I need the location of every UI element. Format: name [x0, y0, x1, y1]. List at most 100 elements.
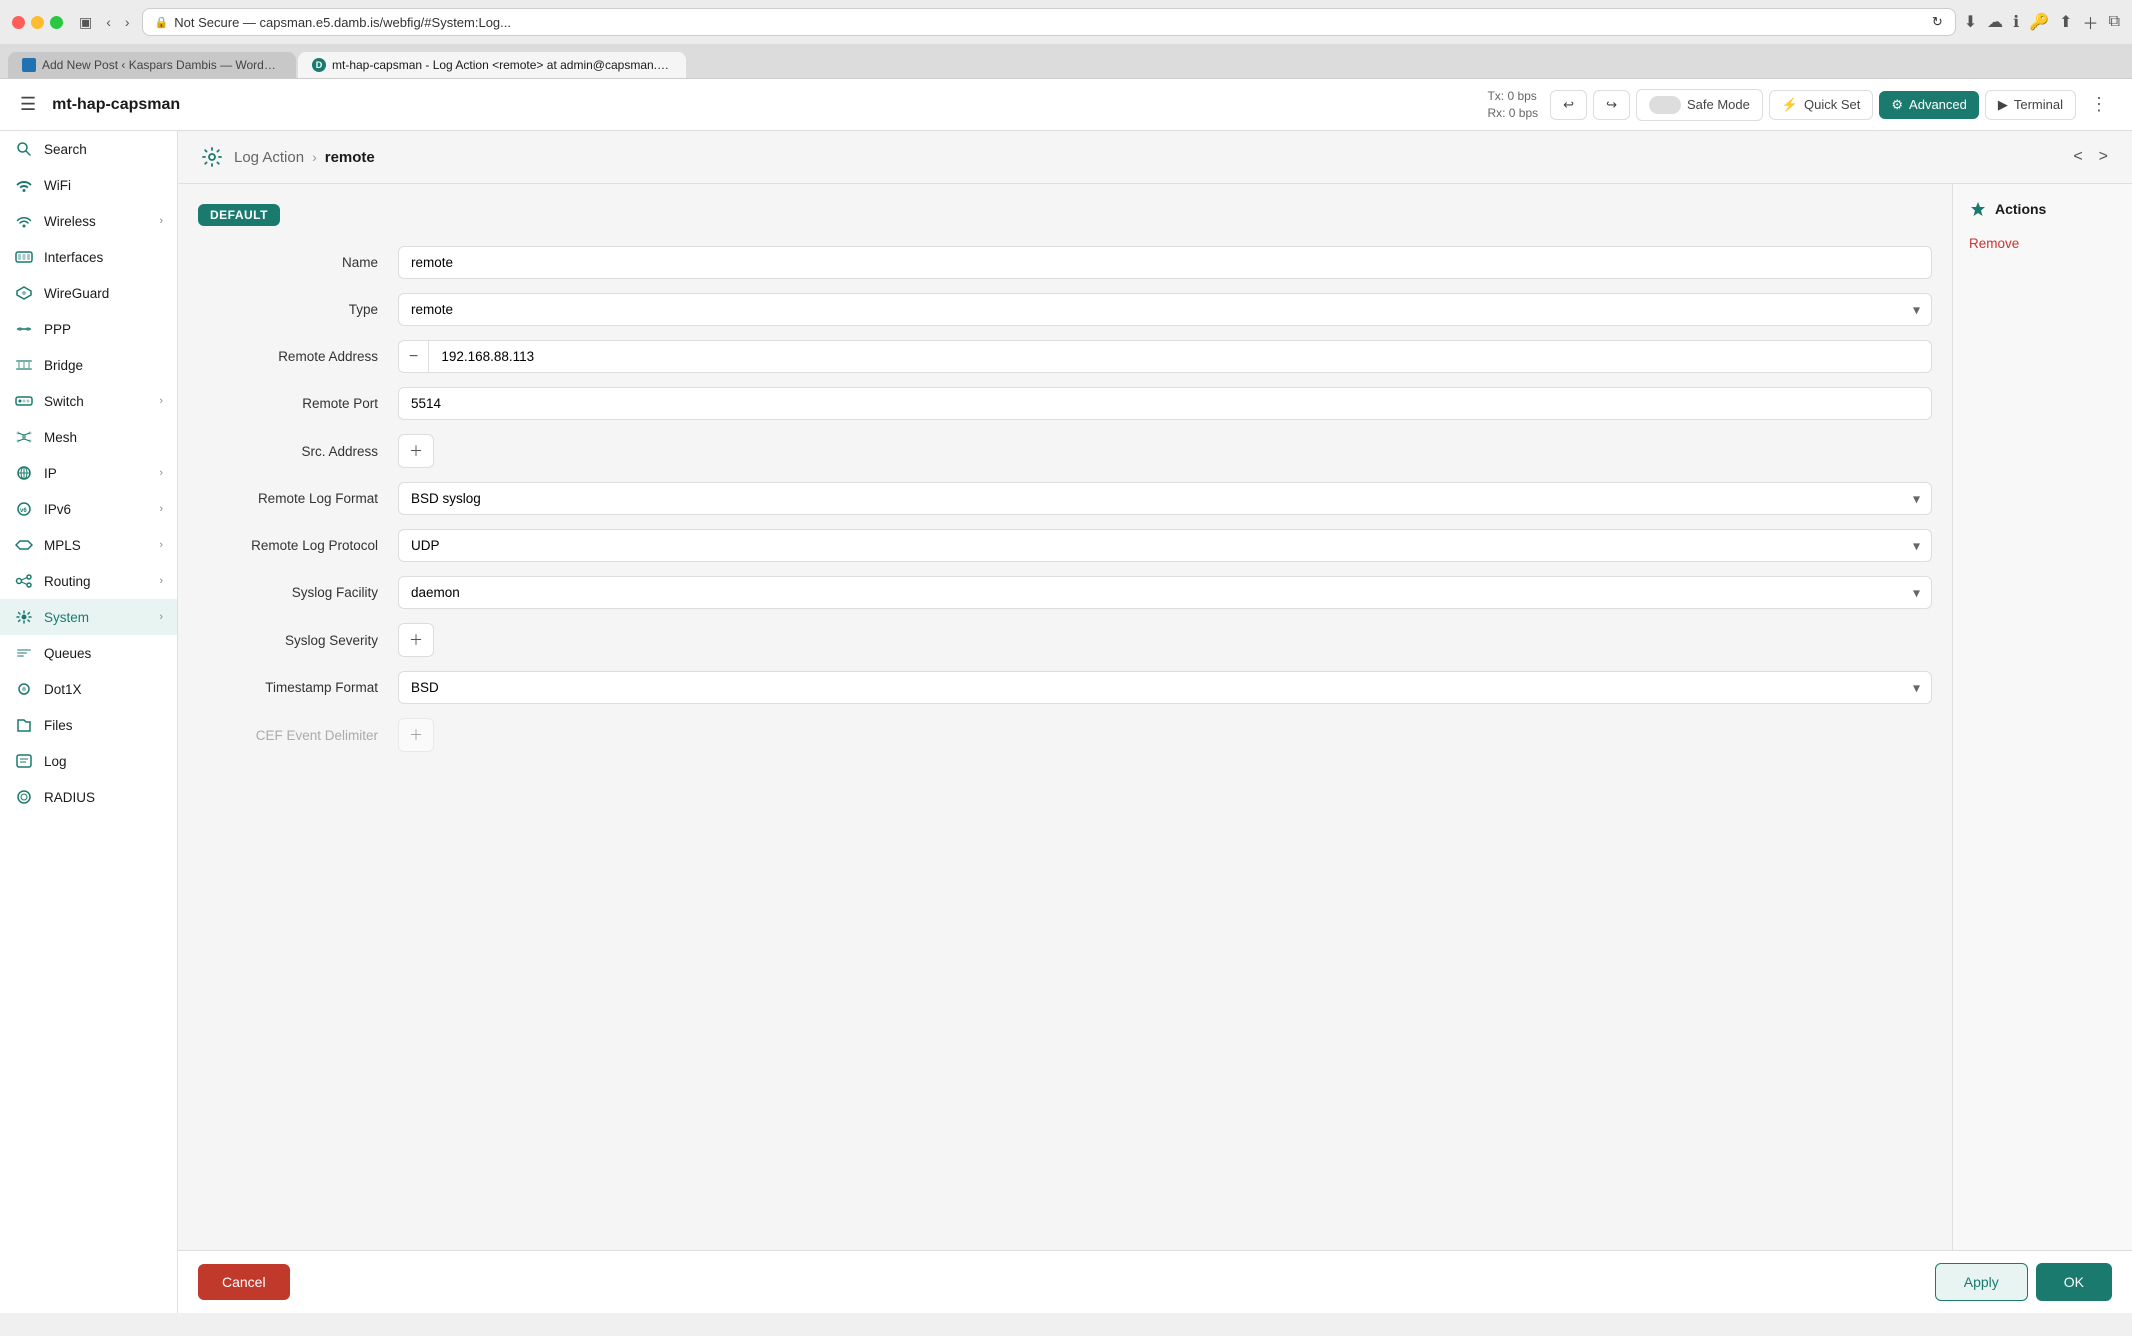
remove-action[interactable]: Remove: [1969, 234, 2116, 253]
sidebar-item-system[interactable]: System ›: [0, 599, 177, 635]
sidebar-item-interfaces[interactable]: Interfaces: [0, 239, 177, 275]
sidebar-item-ipv6[interactable]: v6 IPv6 ›: [0, 491, 177, 527]
sidebar-item-routing[interactable]: Routing ›: [0, 563, 177, 599]
share-icon[interactable]: ⬆: [2059, 12, 2072, 32]
search-icon: [14, 139, 34, 159]
cef-event-delimiter-wrapper: ＋: [398, 718, 1932, 752]
src-address-label: Src. Address: [198, 444, 398, 459]
remote-log-format-select[interactable]: BSD syslog CEF: [398, 482, 1932, 515]
syslog-facility-select[interactable]: daemon kern user mail: [398, 576, 1932, 609]
more-button[interactable]: ⋮: [2082, 90, 2116, 119]
name-field[interactable]: [398, 246, 1932, 279]
remote-address-field-wrapper: −: [398, 340, 1932, 373]
breadcrumb-actions: < >: [2069, 144, 2112, 170]
minimize-button[interactable]: [31, 16, 44, 29]
maximize-button[interactable]: [50, 16, 63, 29]
remote-address-label: Remote Address: [198, 349, 398, 364]
sidebar-item-search[interactable]: Search: [0, 131, 177, 167]
sidebar-label-wifi: WiFi: [44, 178, 71, 193]
next-record-button[interactable]: >: [2095, 144, 2112, 170]
wireguard-icon: [14, 283, 34, 303]
name-field-wrapper: [398, 246, 1932, 279]
cancel-button[interactable]: Cancel: [198, 1264, 290, 1300]
sidebar-item-dot1x[interactable]: Dot1X: [0, 671, 177, 707]
files-icon: [14, 715, 34, 735]
ipv6-icon: v6: [14, 499, 34, 519]
sidebar-label-queues: Queues: [44, 646, 91, 661]
download-icon[interactable]: ⬇: [1964, 12, 1977, 32]
sidebar-item-mpls[interactable]: MPLS ›: [0, 527, 177, 563]
sidebar-item-wireless[interactable]: Wireless ›: [0, 203, 177, 239]
syslog-severity-wrapper: ＋: [398, 623, 1932, 657]
type-select[interactable]: remote memory disk echo: [398, 293, 1932, 326]
tabs-icon[interactable]: ⧉: [2109, 13, 2120, 31]
sidebar-toggle-button[interactable]: ▣: [75, 12, 96, 33]
syslog-severity-label: Syslog Severity: [198, 633, 398, 648]
quick-set-icon: ⚡: [1782, 97, 1798, 113]
tab-routeros-favicon: D: [312, 58, 326, 72]
address-bar[interactable]: 🔒 Not Secure — capsman.e5.damb.is/webfig…: [142, 8, 1956, 36]
confirm-buttons: Apply OK: [1935, 1263, 2112, 1301]
back-button[interactable]: ‹: [102, 12, 115, 32]
redo-button[interactable]: ↪: [1593, 90, 1630, 120]
sidebar-item-bridge[interactable]: Bridge: [0, 347, 177, 383]
tx-rx-display: Tx: 0 bps Rx: 0 bps: [1487, 88, 1538, 122]
cef-event-delimiter-label: CEF Event Delimiter: [198, 728, 398, 743]
sidebar-item-wifi[interactable]: WiFi: [0, 167, 177, 203]
remote-address-field[interactable]: [428, 340, 1932, 373]
sidebar-item-log[interactable]: Log: [0, 743, 177, 779]
remote-log-protocol-row: Remote Log Protocol UDP TCP: [198, 529, 1932, 562]
sidebar-item-mesh[interactable]: Mesh: [0, 419, 177, 455]
cloud-icon[interactable]: ☁: [1987, 12, 2003, 32]
cef-event-delimiter-plus-button[interactable]: ＋: [398, 718, 434, 752]
info-icon[interactable]: ℹ: [2013, 12, 2019, 32]
sidebar-item-switch[interactable]: Switch ›: [0, 383, 177, 419]
sidebar-item-ip[interactable]: IP ›: [0, 455, 177, 491]
remote-log-protocol-select[interactable]: UDP TCP: [398, 529, 1932, 562]
ok-button[interactable]: OK: [2036, 1263, 2112, 1301]
syslog-facility-wrapper: daemon kern user mail: [398, 576, 1932, 609]
remote-port-field[interactable]: [398, 387, 1932, 420]
timestamp-format-label: Timestamp Format: [198, 680, 398, 695]
advanced-button[interactable]: ⚙ Advanced: [1879, 91, 1978, 119]
forward-button[interactable]: ›: [121, 12, 134, 32]
actions-heading: Actions: [1995, 201, 2046, 217]
sidebar-item-ppp[interactable]: PPP: [0, 311, 177, 347]
menu-toggle-button[interactable]: ☰: [16, 90, 40, 119]
quick-set-button[interactable]: ⚡ Quick Set: [1769, 90, 1874, 120]
form-content: DEFAULT Name Type remote: [178, 184, 1952, 1250]
remote-address-minus-button[interactable]: −: [398, 340, 428, 373]
app-header: ☰ mt-hap-capsman Tx: 0 bps Rx: 0 bps ↩ ↪…: [0, 79, 2132, 131]
remote-port-field-wrapper: [398, 387, 1932, 420]
name-row: Name: [198, 246, 1932, 279]
apply-button[interactable]: Apply: [1935, 1263, 2028, 1301]
sidebar-label-routing: Routing: [44, 574, 91, 589]
timestamp-format-select[interactable]: BSD ISO 8601: [398, 671, 1932, 704]
sidebar-label-log: Log: [44, 754, 67, 769]
reload-button[interactable]: ↻: [1932, 14, 1943, 30]
sidebar-label-mpls: MPLS: [44, 538, 81, 553]
browser-actions: ⬇ ☁ ℹ 🔑 ⬆ ＋ ⧉: [1964, 10, 2120, 34]
sidebar-item-wireguard[interactable]: WireGuard: [0, 275, 177, 311]
undo-button[interactable]: ↩: [1550, 90, 1587, 120]
new-tab-icon[interactable]: ＋: [2083, 10, 2099, 34]
mpls-chevron: ›: [159, 539, 163, 551]
terminal-button[interactable]: ▶ Terminal: [1985, 90, 2076, 120]
safe-mode-button[interactable]: Safe Mode: [1636, 89, 1763, 121]
breadcrumb-settings-icon: [198, 143, 226, 171]
remote-log-format-wrapper: BSD syslog CEF: [398, 482, 1932, 515]
syslog-severity-plus-button[interactable]: ＋: [398, 623, 434, 657]
prev-record-button[interactable]: <: [2069, 144, 2086, 170]
sidebar-item-files[interactable]: Files: [0, 707, 177, 743]
tab-routeros[interactable]: D mt-hap-capsman - Log Action <remote> a…: [298, 52, 686, 78]
advanced-icon: ⚙: [1891, 97, 1903, 113]
close-button[interactable]: [12, 16, 25, 29]
mesh-icon: [14, 427, 34, 447]
actions-panel: Actions Remove: [1952, 184, 2132, 1250]
sidebar-item-queues[interactable]: Queues: [0, 635, 177, 671]
password-icon[interactable]: 🔑: [2029, 12, 2049, 32]
tab-wordpress[interactable]: Add New Post ‹ Kaspars Dambis — WordPres…: [8, 52, 296, 78]
sidebar-item-radius[interactable]: RADIUS: [0, 779, 177, 815]
sidebar-label-mesh: Mesh: [44, 430, 77, 445]
src-address-plus-button[interactable]: ＋: [398, 434, 434, 468]
